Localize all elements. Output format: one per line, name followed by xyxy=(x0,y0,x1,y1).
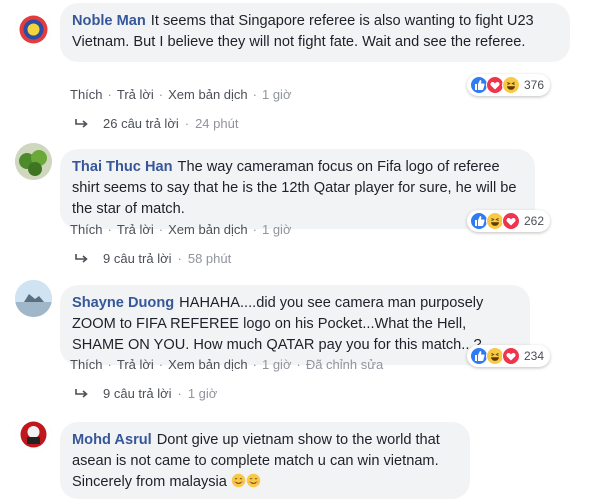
reply-arrow-icon xyxy=(75,253,88,263)
reaction-count: 234 xyxy=(524,349,545,363)
comment-bubble: Noble Man It seems that Singapore referee… xyxy=(60,3,570,62)
replies-time: 58 phút xyxy=(187,251,232,266)
translate-link[interactable]: Xem bản dịch xyxy=(168,222,248,237)
edited-label[interactable]: Đã chỉnh sửa xyxy=(306,357,383,372)
replies-count[interactable]: 26 câu trả lời xyxy=(103,116,179,131)
reply-link[interactable]: Trả lời xyxy=(117,357,154,372)
comment-bubble: Thai Thuc Han The way cameraman focus on … xyxy=(60,149,535,229)
replies-time: 1 giờ xyxy=(187,386,218,401)
avatar[interactable] xyxy=(15,416,52,453)
reply-link[interactable]: Trả lời xyxy=(117,222,154,237)
replies-count[interactable]: 9 câu trả lời xyxy=(103,251,172,266)
love-icon xyxy=(502,347,520,365)
avatar[interactable] xyxy=(15,11,52,48)
comment-author[interactable]: Thai Thuc Han xyxy=(72,159,173,175)
comment-actions: Thích · Trả lời · Xem bản dịch · 1 giờ xyxy=(70,87,292,102)
avatar[interactable] xyxy=(15,143,52,180)
like-link[interactable]: Thích xyxy=(70,357,103,372)
haha-icon xyxy=(502,76,520,94)
comment-bubble: Shayne Duong HAHAHA....did you see camera… xyxy=(60,285,530,365)
view-replies[interactable]: 26 câu trả lời · 24 phút xyxy=(75,116,238,131)
translate-link[interactable]: Xem bản dịch xyxy=(168,87,248,102)
reply-link[interactable]: Trả lời xyxy=(117,87,154,102)
translate-link[interactable]: Xem bản dịch xyxy=(168,357,248,372)
comment-author[interactable]: Mohd Asrul xyxy=(72,432,152,448)
reaction-summary[interactable]: 376 xyxy=(467,74,551,96)
comment-bubble: Mohd Asrul Dont give up vietnam show to t… xyxy=(60,422,470,499)
reply-arrow-icon xyxy=(75,118,88,128)
comment-actions: Thích · Trả lời · Xem bản dịch · 1 giờ · Đã chỉn… xyxy=(70,357,384,372)
replies-time: 24 phút xyxy=(195,116,239,131)
view-replies[interactable]: 9 câu trả lời · 58 phút xyxy=(75,251,231,266)
love-icon xyxy=(502,212,520,230)
comment-time[interactable]: 1 giờ xyxy=(262,222,292,237)
avatar[interactable] xyxy=(15,280,52,317)
smiling-face-icon xyxy=(246,473,261,488)
comment-actions: Thích · Trả lời · Xem bản dịch · 1 giờ xyxy=(70,222,292,237)
reaction-summary[interactable]: 262 xyxy=(467,210,551,232)
reaction-count: 262 xyxy=(524,214,545,228)
comment-author[interactable]: Noble Man xyxy=(72,13,146,29)
reply-arrow-icon xyxy=(75,388,88,398)
comment-author[interactable]: Shayne Duong xyxy=(72,295,174,311)
smiling-face-icon xyxy=(231,473,246,488)
like-link[interactable]: Thích xyxy=(70,222,103,237)
replies-count[interactable]: 9 câu trả lời xyxy=(103,386,172,401)
reaction-count: 376 xyxy=(524,78,545,92)
comment-time[interactable]: 1 giờ xyxy=(262,87,292,102)
reaction-summary[interactable]: 234 xyxy=(467,345,551,367)
like-link[interactable]: Thích xyxy=(70,87,103,102)
view-replies[interactable]: 9 câu trả lời · 1 giờ xyxy=(75,386,217,401)
comment-time[interactable]: 1 giờ xyxy=(262,357,292,372)
